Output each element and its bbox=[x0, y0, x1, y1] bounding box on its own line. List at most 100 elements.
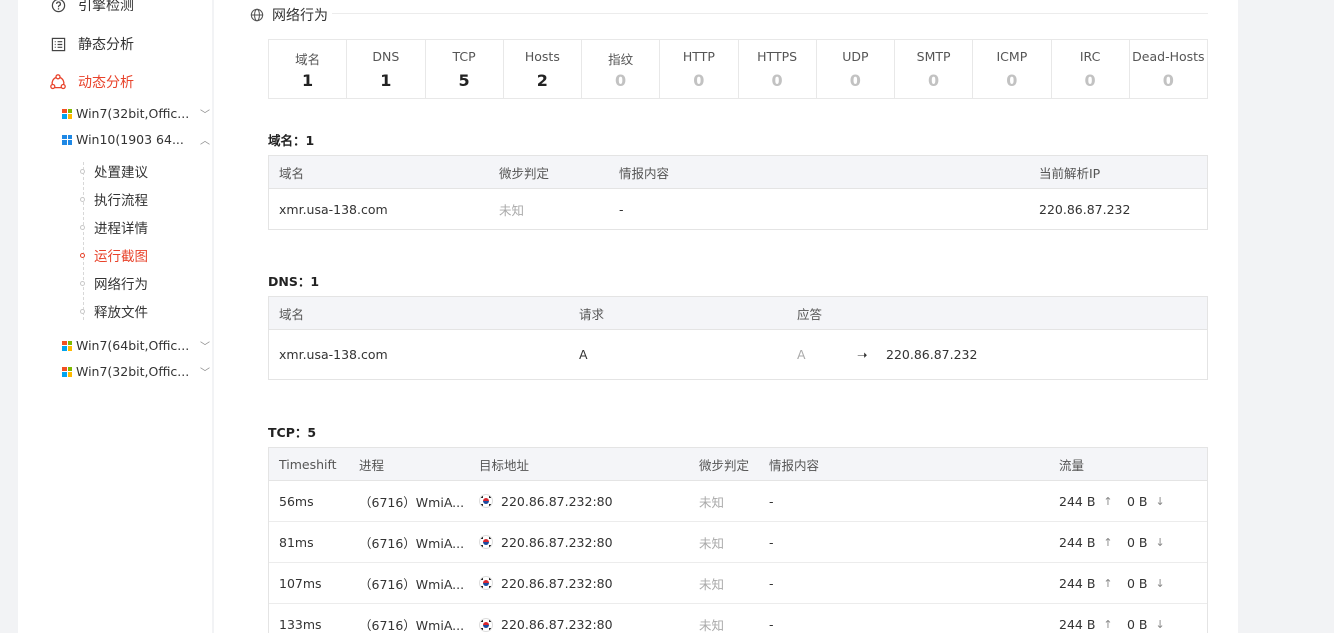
stat-cell[interactable]: SMTP 0 bbox=[895, 40, 974, 98]
chevron-down-icon: ﹀ bbox=[200, 110, 210, 121]
table-row: 81ms （6716）WmiA... 220.86.87.232:80 未知 - 244 … bbox=[269, 522, 1207, 563]
arrow-down-icon: ↓ bbox=[1155, 494, 1165, 508]
stat-cell[interactable]: UDP 0 bbox=[817, 40, 895, 98]
col-header: 情报内容 bbox=[769, 457, 820, 473]
intel: - bbox=[769, 575, 774, 591]
process-cell[interactable]: （6716）WmiA... bbox=[359, 604, 464, 633]
col-header: 进程 bbox=[359, 457, 385, 473]
env-label: Win7(32bit,Offic... bbox=[76, 106, 190, 121]
stat-value: 1 bbox=[380, 71, 392, 90]
target-address: 220.86.87.232:80 bbox=[501, 617, 613, 632]
env-win10[interactable]: Win10(1903 64... ︿ bbox=[62, 132, 212, 147]
stat-value: 0 bbox=[1084, 71, 1096, 90]
domain-table: 域名 微步判定 情报内容 当前解析IP xmr.usa-138.com 未知 -… bbox=[268, 155, 1208, 230]
verdict-cell: 未知 bbox=[699, 604, 724, 633]
bullet-icon bbox=[80, 280, 85, 286]
col-header: 请求 bbox=[579, 306, 605, 322]
target-address-cell[interactable]: 220.86.87.232:80 bbox=[479, 604, 613, 633]
resolved-ip[interactable]: 220.86.87.232 bbox=[1039, 189, 1130, 229]
traffic-up: 244 B bbox=[1059, 617, 1096, 632]
col-header: 当前解析IP bbox=[1039, 165, 1101, 181]
stat-label: ICMP bbox=[996, 49, 1028, 64]
nav-label: 静态分析 bbox=[78, 37, 134, 53]
verdict: 未知 bbox=[699, 494, 725, 510]
col-header: 域名 bbox=[279, 306, 305, 322]
nav-engine-detection[interactable]: 引擎检测 bbox=[50, 0, 134, 15]
col-header: 域名 bbox=[279, 165, 305, 181]
verdict: 未知 bbox=[699, 535, 725, 551]
stat-label: 指纹 bbox=[608, 52, 634, 67]
table-header: 域名 微步判定 情报内容 当前解析IP bbox=[269, 156, 1207, 189]
stat-value: 5 bbox=[458, 71, 470, 90]
traffic-up-cell: 244 B ↑ bbox=[1059, 604, 1113, 633]
intel-cell: - bbox=[769, 481, 774, 521]
stat-value: 0 bbox=[1006, 71, 1018, 90]
verdict: 未知 bbox=[699, 618, 725, 633]
answer-type: A bbox=[797, 347, 806, 362]
domain-link[interactable]: xmr.usa-138.com bbox=[279, 330, 388, 379]
env-win7-32-a[interactable]: Win7(32bit,Offic... ﹀ bbox=[62, 106, 212, 121]
env-win7-32-b[interactable]: Win7(32bit,Offic... ﹀ bbox=[62, 364, 212, 379]
tcp-table: Timeshift 进程 目标地址 微步判定 情报内容 流量 56ms （6716… bbox=[268, 447, 1208, 633]
stat-value: 0 bbox=[771, 71, 783, 90]
domain-link[interactable]: xmr.usa-138.com bbox=[279, 189, 388, 229]
answer-ip[interactable]: 220.86.87.232 bbox=[886, 330, 977, 379]
stat-value: 0 bbox=[615, 71, 627, 90]
traffic-down: 0 B bbox=[1127, 534, 1148, 550]
process-cell[interactable]: （6716）WmiA... bbox=[359, 522, 464, 562]
stat-cell[interactable]: Hosts 2 bbox=[504, 40, 582, 98]
sub-item-screenshot[interactable]: 运行截图 bbox=[80, 245, 148, 265]
sub-item-advice[interactable]: 处置建议 bbox=[80, 161, 148, 181]
timeshift: 133ms bbox=[279, 617, 322, 632]
target-address-cell[interactable]: 220.86.87.232:80 bbox=[479, 481, 613, 521]
stat-cell[interactable]: 域名 1 bbox=[269, 40, 348, 98]
table-row: 56ms （6716）WmiA... 220.86.87.232:80 未知 - 244 … bbox=[269, 481, 1207, 522]
korea-flag-icon bbox=[479, 494, 493, 508]
dns-section-title: DNS：1 bbox=[268, 274, 320, 289]
intel-cell: - bbox=[769, 563, 774, 603]
target-address-cell[interactable]: 220.86.87.232:80 bbox=[479, 563, 613, 603]
korea-flag-icon bbox=[479, 617, 493, 632]
stat-label: Dead-Hosts bbox=[1132, 49, 1205, 64]
arrow-up-icon: ↑ bbox=[1103, 494, 1113, 508]
process: （6716）WmiA... bbox=[359, 576, 465, 592]
env-win7-64[interactable]: Win7(64bit,Offic... ﹀ bbox=[62, 338, 212, 353]
stat-cell[interactable]: ICMP 0 bbox=[973, 40, 1052, 98]
stat-cell[interactable]: HTTPS 0 bbox=[739, 40, 817, 98]
arrow-up-icon: ↑ bbox=[1103, 535, 1113, 549]
sub-item-flow[interactable]: 执行流程 bbox=[80, 189, 148, 209]
section-title: 网络行为 bbox=[250, 5, 328, 25]
nav-static-analysis[interactable]: 静态分析 bbox=[50, 34, 134, 54]
verdict-cell: 未知 bbox=[699, 522, 724, 562]
target-address-cell[interactable]: 220.86.87.232:80 bbox=[479, 522, 613, 562]
stat-cell[interactable]: IRC 0 bbox=[1052, 40, 1130, 98]
timeshift: 81ms bbox=[279, 534, 314, 550]
verdict: 未知 bbox=[699, 576, 725, 592]
stat-cell[interactable]: TCP 5 bbox=[426, 40, 504, 98]
process: （6716）WmiA... bbox=[359, 494, 465, 510]
sub-item-network[interactable]: 网络行为 bbox=[80, 273, 148, 293]
bullet-icon bbox=[80, 308, 85, 314]
stat-label: DNS bbox=[372, 49, 400, 64]
traffic-up-cell: 244 B ↑ bbox=[1059, 481, 1113, 521]
arrow-down-icon: ↓ bbox=[1155, 618, 1165, 631]
traffic-up: 244 B bbox=[1059, 575, 1096, 591]
sub-item-files[interactable]: 释放文件 bbox=[80, 301, 148, 321]
stat-label: IRC bbox=[1079, 49, 1101, 64]
arrow-right-icon: ➝ bbox=[857, 347, 868, 362]
stat-cell[interactable]: Dead-Hosts 0 bbox=[1130, 40, 1207, 98]
stat-cell[interactable]: HTTP 0 bbox=[660, 40, 739, 98]
sub-label: 网络行为 bbox=[94, 277, 148, 293]
korea-flag-icon bbox=[479, 576, 493, 590]
process-cell[interactable]: （6716）WmiA... bbox=[359, 563, 464, 603]
traffic-down: 0 B bbox=[1127, 575, 1148, 591]
stat-cell[interactable]: DNS 1 bbox=[347, 40, 426, 98]
verdict: 未知 bbox=[499, 202, 525, 218]
stat-cell[interactable]: 指纹 0 bbox=[582, 40, 661, 98]
traffic-down-cell: 0 B ↓ bbox=[1127, 481, 1165, 521]
stat-label: HTTP bbox=[682, 49, 715, 64]
process-cell[interactable]: （6716）WmiA... bbox=[359, 481, 464, 521]
traffic-up: 244 B bbox=[1059, 534, 1096, 550]
sub-item-process[interactable]: 进程详情 bbox=[80, 217, 148, 237]
nav-dynamic-analysis[interactable]: 动态分析 bbox=[50, 72, 134, 92]
